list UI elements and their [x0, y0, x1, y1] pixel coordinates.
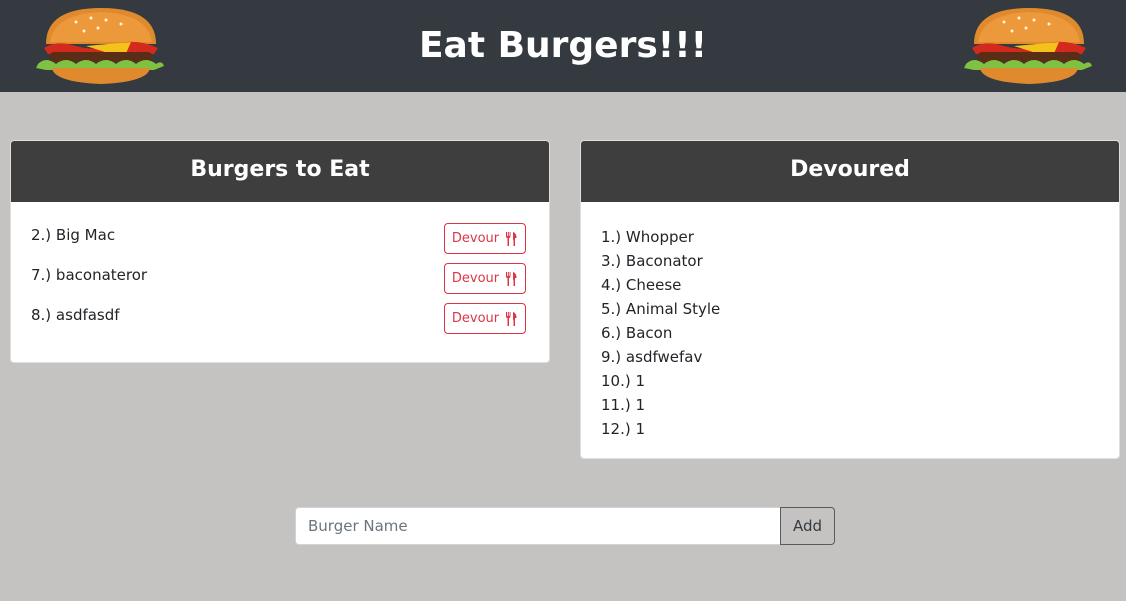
- devour-label: Devour: [451, 271, 500, 286]
- burger-name: 8.) asdfasdf: [31, 306, 120, 324]
- devoured-list: 1.) Whopper 3.) Baconator 4.) Cheese 5.)…: [601, 225, 720, 441]
- list-item: 4.) Cheese: [601, 276, 682, 294]
- list-item: 7.) baconateror Devour: [31, 263, 526, 305]
- list-item: 11.) 1: [601, 396, 646, 414]
- header-bar: Eat Burgers!!!: [0, 0, 1126, 92]
- burgers-to-eat-card: Burgers to Eat 2.) Big Mac Devour 7.) ba…: [10, 140, 550, 363]
- list-item: 5.) Animal Style: [601, 300, 721, 318]
- utensils-icon: [506, 311, 517, 326]
- utensils-icon: [506, 271, 517, 286]
- burger-name: 2.) Big Mac: [31, 226, 116, 244]
- burger-name-input[interactable]: [295, 507, 781, 545]
- add-button[interactable]: Add: [780, 507, 835, 545]
- devour-label: Devour: [451, 311, 500, 326]
- devour-button[interactable]: Devour: [444, 263, 526, 294]
- list-item: 8.) asdfasdf Devour: [31, 303, 526, 345]
- devour-button[interactable]: Devour: [444, 303, 526, 334]
- page-title: Eat Burgers!!!: [418, 25, 708, 66]
- burgers-to-eat-title: Burgers to Eat: [11, 141, 549, 202]
- list-item: 3.) Baconator: [601, 252, 703, 270]
- burgers-to-eat-list: 2.) Big Mac Devour 7.) baconateror Devou…: [31, 223, 526, 345]
- devour-button[interactable]: Devour: [444, 223, 526, 254]
- devour-label: Devour: [451, 231, 500, 246]
- list-item: 6.) Bacon: [601, 324, 673, 342]
- list-item: 12.) 1: [601, 420, 646, 438]
- burger-name: 7.) baconateror: [31, 266, 148, 284]
- list-item: 9.) asdfwefav: [601, 348, 703, 366]
- add-burger-form: Add: [295, 507, 835, 545]
- devoured-title: Devoured: [581, 141, 1119, 202]
- utensils-icon: [506, 231, 517, 246]
- list-item: 2.) Big Mac Devour: [31, 223, 526, 265]
- burger-image: [964, 8, 1092, 84]
- list-item: 1.) Whopper: [601, 228, 694, 246]
- devoured-card: Devoured 1.) Whopper 3.) Baconator 4.) C…: [580, 140, 1120, 459]
- list-item: 10.) 1: [601, 372, 646, 390]
